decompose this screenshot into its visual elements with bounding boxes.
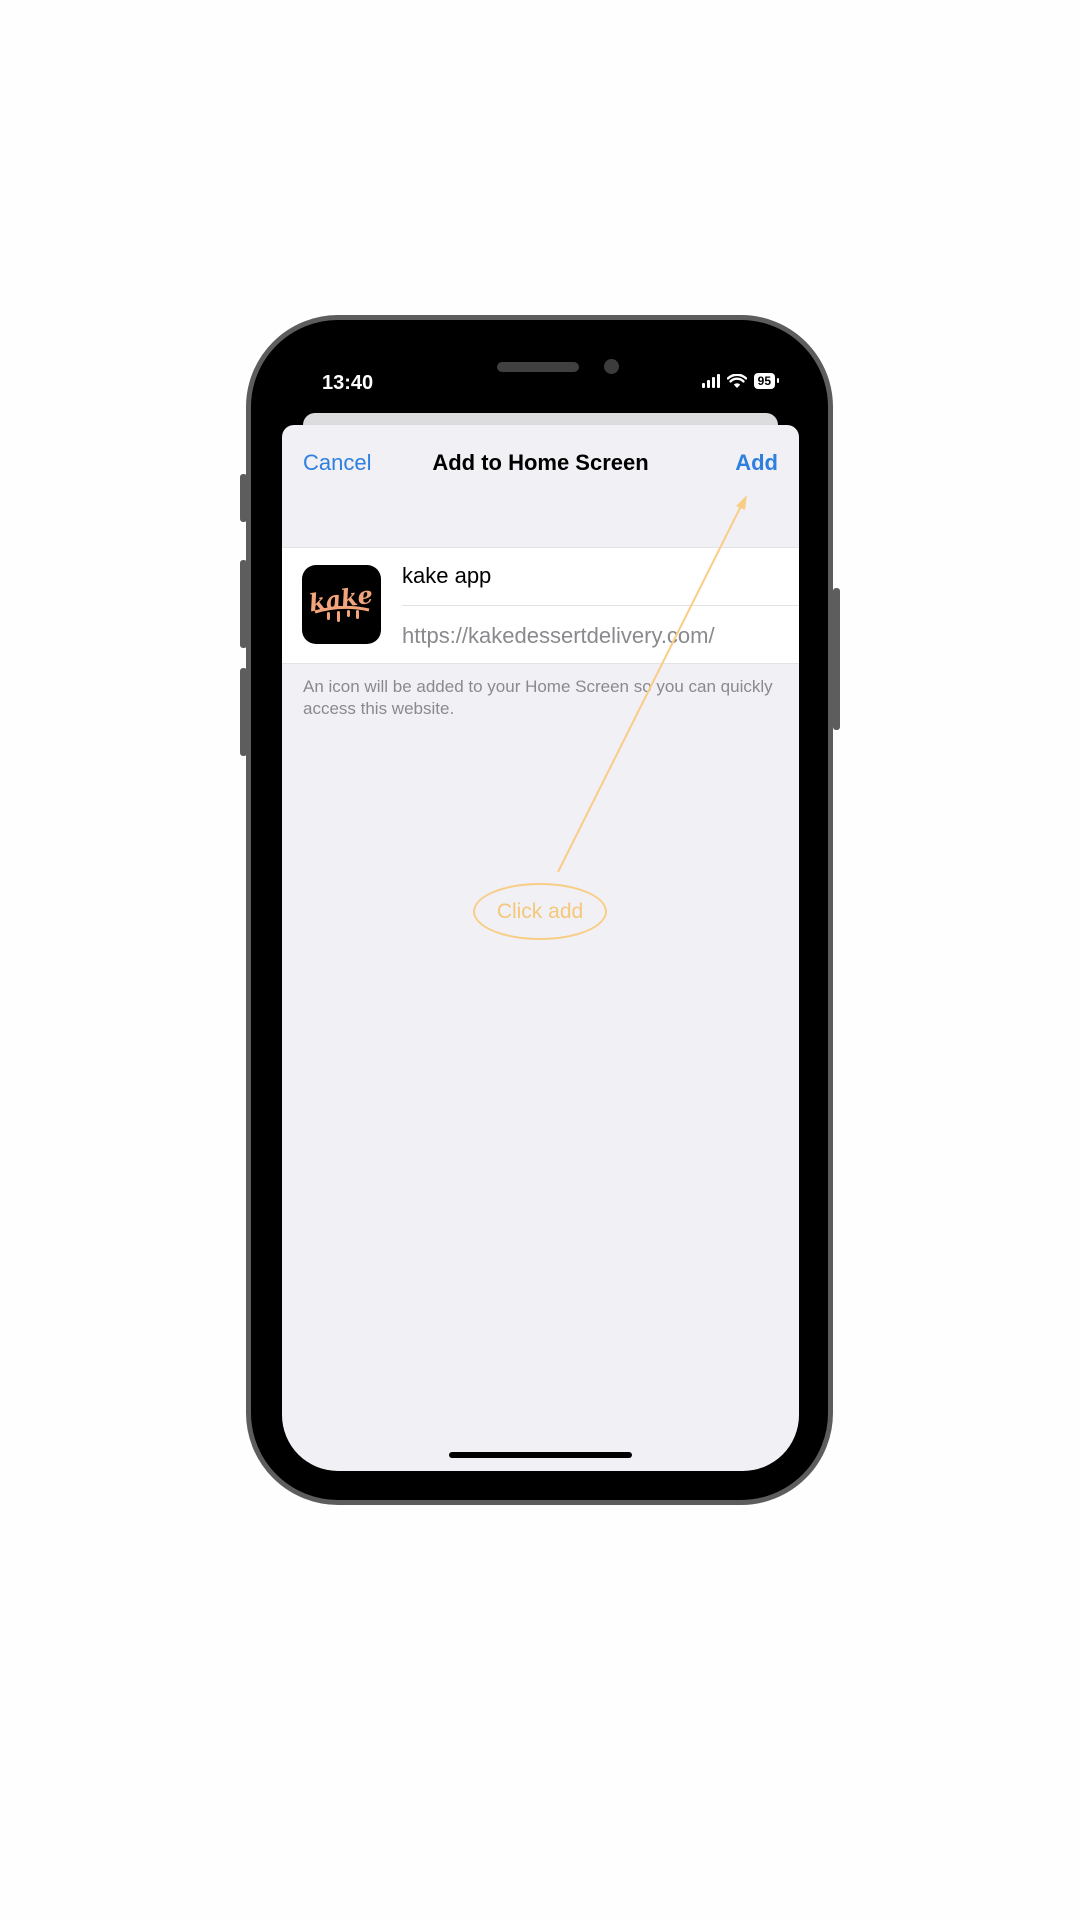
power-button bbox=[833, 588, 840, 730]
speaker bbox=[497, 362, 579, 372]
add-button[interactable]: Add bbox=[735, 450, 778, 476]
click-add-callout: Click add bbox=[473, 883, 607, 940]
status-icons: 95 bbox=[701, 373, 780, 389]
add-to-home-sheet: Cancel Add to Home Screen Add kake kake … bbox=[282, 425, 799, 1471]
url-field: https://kakedessertdelivery.com/ bbox=[402, 623, 715, 648]
home-indicator[interactable] bbox=[449, 1452, 632, 1458]
app-name-field[interactable]: kake app bbox=[402, 563, 491, 589]
mute-switch bbox=[240, 474, 247, 522]
sheet-title: Add to Home Screen bbox=[432, 450, 649, 475]
kake-logo: kake bbox=[307, 580, 374, 622]
status-time: 13:40 bbox=[322, 372, 374, 394]
info-note: An icon will be added to your Home Scree… bbox=[303, 677, 773, 718]
app-icon: kake bbox=[302, 565, 381, 644]
notch bbox=[392, 347, 688, 391]
wifi-icon bbox=[726, 373, 747, 388]
shortcut-card: kake kake app https://kakedessertdeliver… bbox=[282, 547, 799, 664]
front-camera bbox=[604, 359, 619, 374]
volume-down-button bbox=[240, 668, 247, 756]
signal-icon bbox=[701, 374, 720, 388]
divider bbox=[402, 605, 799, 606]
battery-icon: 95 bbox=[753, 373, 780, 389]
volume-up-button bbox=[240, 560, 247, 648]
